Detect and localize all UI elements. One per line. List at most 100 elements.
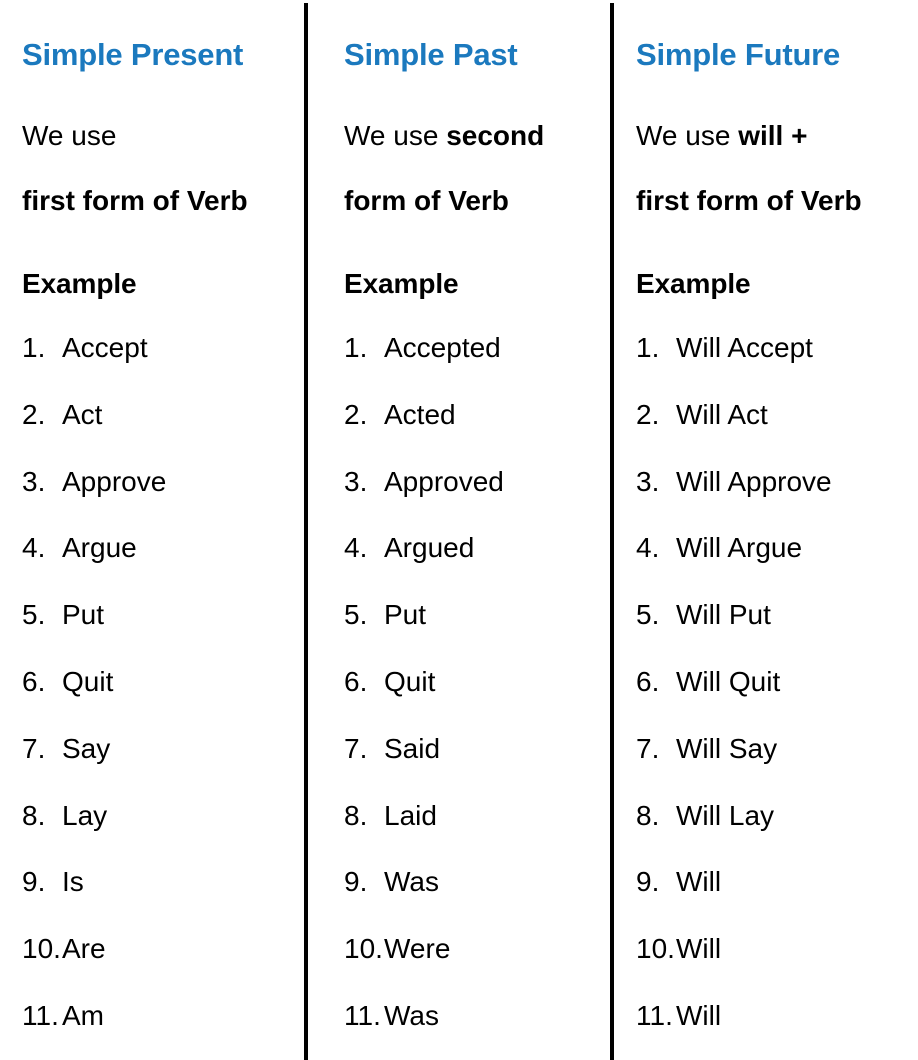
list-item-label: Was xyxy=(384,866,439,898)
list-item: 4. Argued xyxy=(344,533,610,600)
list-item: 7. Say xyxy=(22,732,304,801)
list-item: 9. Is xyxy=(22,867,304,934)
list-item-label: Will Quit xyxy=(676,665,781,697)
list-item: 9. Will xyxy=(636,867,918,934)
list-item-label: Will Approve xyxy=(676,465,832,497)
column-simple-future: Simple Future We use will + first form o… xyxy=(614,0,918,1060)
list-item-number: 1. xyxy=(344,332,368,363)
list-item-label: Accepted xyxy=(384,332,501,363)
list-item: 2. Will Act xyxy=(636,398,918,467)
list-item-number: 2. xyxy=(344,398,368,430)
usage-prefix: We use xyxy=(636,120,739,151)
list-item-label: Said xyxy=(384,732,441,764)
usage-prefix: We use xyxy=(344,120,447,151)
list-item-number: 3. xyxy=(636,465,660,497)
list-item-label: Were xyxy=(384,933,451,965)
list-item-label: Will Put xyxy=(676,599,771,631)
list-item: 3. Approved xyxy=(344,465,610,534)
list-item-label: Will Act xyxy=(676,398,768,430)
list-item-label: Laid xyxy=(384,799,437,831)
usage-line2: form of Verb xyxy=(344,185,509,216)
list-item-label: Will Accept xyxy=(676,332,813,363)
list-item-label: Approve xyxy=(62,465,167,497)
list-item-number: 3. xyxy=(22,465,46,497)
list-item: 9. Was xyxy=(344,867,610,934)
list-item-number: 9. xyxy=(344,866,368,898)
column-heading-simple-future: Simple Future xyxy=(636,37,841,72)
list-item: 3. Approve xyxy=(22,465,304,534)
example-label-simple-past: Example xyxy=(344,268,459,299)
list-item: 4. Will Argue xyxy=(636,533,918,600)
example-label-simple-future: Example xyxy=(636,268,751,299)
verb-list-simple-present: 1. Accept 2. Act 3. Approve 4. Argue 5. Put 6… xyxy=(0,333,304,1060)
list-item: 10. Were xyxy=(344,934,610,1001)
list-item-number: 5. xyxy=(22,599,46,631)
list-item-label: Act xyxy=(62,398,103,430)
list-item: 2. Act xyxy=(22,398,304,467)
column-heading-simple-present: Simple Present xyxy=(22,37,244,72)
list-item-number: 1. xyxy=(636,332,660,363)
list-item-number: 7. xyxy=(636,732,660,764)
list-item-label: Accept xyxy=(62,332,148,363)
list-item: 1. Accepted xyxy=(344,333,610,400)
list-item: 11. Was xyxy=(344,999,610,1060)
list-item-label: Put xyxy=(384,599,427,631)
list-item: 5. Put xyxy=(344,600,610,667)
list-item-number: 2. xyxy=(636,398,660,430)
list-item-label: Approved xyxy=(384,465,504,497)
list-item: 6. Quit xyxy=(22,665,304,734)
list-item-label: Say xyxy=(62,732,111,764)
list-item-label: Are xyxy=(62,933,106,965)
list-item: 7. Said xyxy=(344,732,610,801)
list-item-number: 9. xyxy=(636,866,660,898)
list-item: 4. Argue xyxy=(22,533,304,600)
list-item-number: 7. xyxy=(22,732,46,764)
usage-emphasis: will + xyxy=(738,120,808,151)
list-item-number: 8. xyxy=(344,799,368,831)
list-item-number: 8. xyxy=(636,799,660,831)
list-item-number: 10. xyxy=(22,933,61,965)
tense-comparison-slide: Simple Present We use first form of Verb… xyxy=(0,0,918,1060)
list-item: 1. Accept xyxy=(22,333,304,400)
list-item: 8. Will Lay xyxy=(636,799,918,868)
list-item: 11. Will xyxy=(636,999,918,1060)
list-item-number: 10. xyxy=(636,933,675,965)
usage-text-simple-present: We use first form of Verb xyxy=(22,118,248,218)
list-item-number: 6. xyxy=(344,665,368,697)
list-item-number: 1. xyxy=(22,332,46,363)
list-item: 5. Will Put xyxy=(636,600,918,667)
verb-list-simple-past: 1. Accepted 2. Acted 3. Approved 4. Argued 5… xyxy=(308,333,610,1060)
list-item-number: 6. xyxy=(22,665,46,697)
usage-line2: first form of Verb xyxy=(22,185,248,216)
list-item-label: Quit xyxy=(62,665,114,697)
usage-prefix: We use xyxy=(22,120,117,151)
list-item-label: Am xyxy=(62,999,104,1031)
list-item-number: 5. xyxy=(636,599,660,631)
list-item-number: 11. xyxy=(636,999,673,1031)
list-item-label: Will Say xyxy=(676,732,778,764)
usage-text-simple-past: We use second form of Verb xyxy=(344,118,544,218)
list-item: 6. Will Quit xyxy=(636,665,918,734)
list-item-number: 7. xyxy=(344,732,368,764)
list-item-number: 11. xyxy=(344,999,381,1031)
usage-text-simple-future: We use will + first form of Verb xyxy=(636,118,862,218)
list-item-label: Will Lay xyxy=(676,799,775,831)
list-item-label: Will xyxy=(676,999,722,1031)
list-item: 6. Quit xyxy=(344,665,610,734)
column-heading-simple-past: Simple Past xyxy=(344,37,518,72)
list-item-label: Argued xyxy=(384,532,475,564)
list-item-number: 8. xyxy=(22,799,46,831)
list-item: 1. Will Accept xyxy=(636,333,918,400)
example-label-simple-present: Example xyxy=(22,268,137,299)
list-item-label: Will xyxy=(676,866,722,898)
column-simple-present: Simple Present We use first form of Verb… xyxy=(0,0,304,1060)
usage-emphasis: second xyxy=(446,120,545,151)
list-item: 8. Lay xyxy=(22,799,304,868)
list-item-number: 5. xyxy=(344,599,368,631)
verb-list-simple-future: 1. Will Accept 2. Will Act 3. Will Approve … xyxy=(614,333,918,1060)
list-item-number: 11. xyxy=(22,999,59,1031)
list-item: 10. Are xyxy=(22,934,304,1001)
list-item-label: Quit xyxy=(384,665,436,697)
usage-line2: first form of Verb xyxy=(636,185,862,216)
list-item: 8. Laid xyxy=(344,799,610,868)
